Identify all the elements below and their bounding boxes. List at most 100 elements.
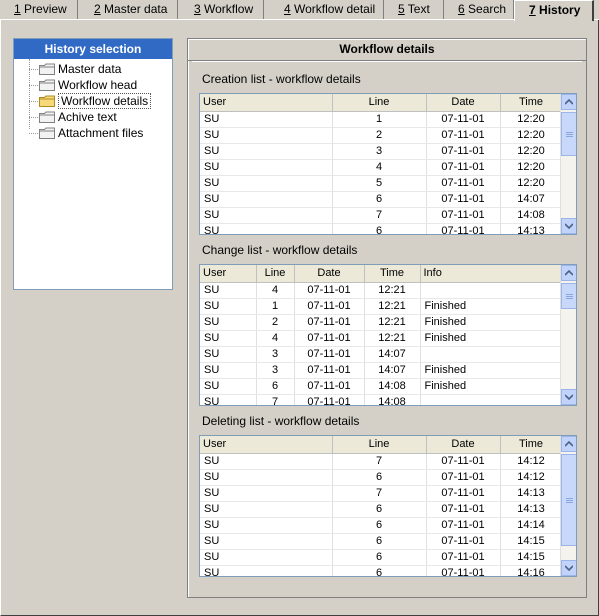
scroll-up-button[interactable] [561,94,576,110]
cell-time: 12:20 [500,143,563,160]
table-row[interactable]: SU 7 07-11-01 14:08 [200,394,563,405]
table-row[interactable]: SU 2 07-11-01 12:21 Finished [200,314,563,331]
scroll-up-button[interactable] [561,265,576,281]
table-row[interactable]: SU 5 07-11-01 12:20 [200,175,563,192]
table-row[interactable]: SU 6 07-11-01 14:15 [200,549,563,566]
table-row[interactable]: SU 3 07-11-01 12:20 [200,143,563,160]
cell-user: SU [200,501,333,518]
tab-preview-number: 1 [14,2,21,16]
tab-history-label: History [535,3,581,17]
column-header-date[interactable]: Date [426,436,501,454]
table-row[interactable]: SU 6 07-11-01 14:14 [200,517,563,534]
table-row[interactable]: SU 1 07-11-01 12:20 [200,111,563,128]
cell-info: Finished [420,314,563,331]
column-header-line[interactable]: Line [332,94,427,112]
creation-scrollbar[interactable] [560,94,576,234]
table-row[interactable]: SU 6 07-11-01 14:13 [200,501,563,518]
cell-time: 14:16 [500,565,563,576]
cell-date: 07-11-01 [426,175,501,192]
deleting-list-grid[interactable]: User Line Date Time SU 7 07-11-01 14:12 SU 6 0… [199,435,577,577]
tab-workflow-detail-label: Workflow detail [290,2,376,16]
column-header-time[interactable]: Time [500,94,563,112]
change-scrollbar[interactable] [560,265,576,405]
tree-item-workflow-details[interactable]: Workflow details [14,93,172,109]
table-row[interactable]: SU 7 07-11-01 14:08 [200,207,563,224]
table-row[interactable]: SU 1 07-11-01 12:21 Finished [200,298,563,315]
tree-item-attachment-files[interactable]: Attachment files [14,125,172,141]
table-header-row: User Line Date Time [200,94,563,112]
scroll-down-button[interactable] [561,218,576,234]
table-row[interactable]: SU 7 07-11-01 14:12 [200,453,563,470]
tree-item-workflow-head[interactable]: Workflow head [14,77,172,93]
tab-text-number: 5 [398,2,405,16]
cell-line: 1 [332,111,427,128]
table-row[interactable]: SU 6 07-11-01 14:13 [200,223,563,234]
tree-item-achive-text[interactable]: Achive text [14,109,172,125]
table-row[interactable]: SU 6 07-11-01 14:08 Finished [200,378,563,395]
column-header-date[interactable]: Date [426,94,501,112]
tab-workflow[interactable]: 3 Workflow [180,0,264,19]
thumb-grip [566,502,573,503]
deleting-list-label: Deleting list - workflow details [202,414,360,428]
column-header-user[interactable]: User [200,265,257,283]
tab-workflow-detail-number: 4 [284,2,291,16]
cell-line: 4 [256,330,295,347]
scroll-down-button[interactable] [561,560,576,576]
column-header-user[interactable]: User [200,436,333,454]
tab-workflow-detail[interactable]: 4 Workflow detail [270,0,384,19]
cell-date: 07-11-01 [294,378,365,395]
creation-list-label: Creation list - workflow details [202,72,361,86]
tab-master-data[interactable]: 2 Master data [80,0,178,19]
cell-date: 07-11-01 [426,159,501,176]
tab-search[interactable]: 6 Search [444,0,514,19]
cell-date: 07-11-01 [426,207,501,224]
table-row[interactable]: SU 6 07-11-01 14:15 [200,533,563,550]
table-row[interactable]: SU 4 07-11-01 12:21 Finished [200,330,563,347]
scroll-thumb[interactable] [561,112,576,156]
scroll-up-button[interactable] [561,436,576,452]
table-row[interactable]: SU 6 07-11-01 14:16 [200,565,563,576]
table-row[interactable]: SU 3 07-11-01 14:07 Finished [200,362,563,379]
table-row[interactable]: SU 4 07-11-01 12:20 [200,159,563,176]
table-row[interactable]: SU 2 07-11-01 12:20 [200,127,563,144]
cell-time: 14:14 [500,517,563,534]
arrow-up-icon [565,441,573,447]
change-list-grid[interactable]: User Line Date Time Info SU 4 07-11-01 12:2… [199,264,577,406]
deleting-scrollbar[interactable] [560,436,576,576]
cell-user: SU [200,330,257,347]
cell-date: 07-11-01 [426,565,501,576]
cell-date: 07-11-01 [294,362,365,379]
creation-list-grid[interactable]: User Line Date Time SU 1 07-11-01 12:20 SU 2 0… [199,93,577,235]
thumb-grip [566,498,573,499]
cell-user: SU [200,469,333,486]
tree-item-master-data[interactable]: Master data [14,61,172,77]
table-row[interactable]: SU 7 07-11-01 14:13 [200,485,563,502]
table-row[interactable]: SU 6 07-11-01 14:12 [200,469,563,486]
scroll-thumb[interactable] [561,283,576,309]
tree-item-label: Workflow head [58,78,138,92]
cell-time: 14:13 [500,485,563,502]
tab-preview[interactable]: 1 Preview [0,0,78,19]
cell-date: 07-11-01 [426,533,501,550]
panel-title-divider [192,61,582,62]
scroll-down-button[interactable] [561,389,576,405]
tab-text[interactable]: 5 Text [384,0,444,19]
column-header-time[interactable]: Time [500,436,563,454]
column-header-date[interactable]: Date [294,265,365,283]
tab-history[interactable]: 7 History [514,0,594,21]
cell-info [420,346,563,363]
scroll-thumb[interactable] [561,454,576,546]
cell-time: 12:21 [364,314,421,331]
table-row[interactable]: SU 3 07-11-01 14:07 [200,346,563,363]
column-header-info[interactable]: Info [420,265,563,283]
column-header-line[interactable]: Line [256,265,295,283]
column-header-time[interactable]: Time [364,265,421,283]
column-header-user[interactable]: User [200,94,333,112]
column-header-line[interactable]: Line [332,436,427,454]
table-row[interactable]: SU 6 07-11-01 14:07 [200,191,563,208]
cell-line: 7 [332,485,427,502]
thumb-grip [566,298,573,299]
cell-time: 14:12 [500,469,563,486]
table-row[interactable]: SU 4 07-11-01 12:21 [200,282,563,299]
cell-time: 12:20 [500,127,563,144]
